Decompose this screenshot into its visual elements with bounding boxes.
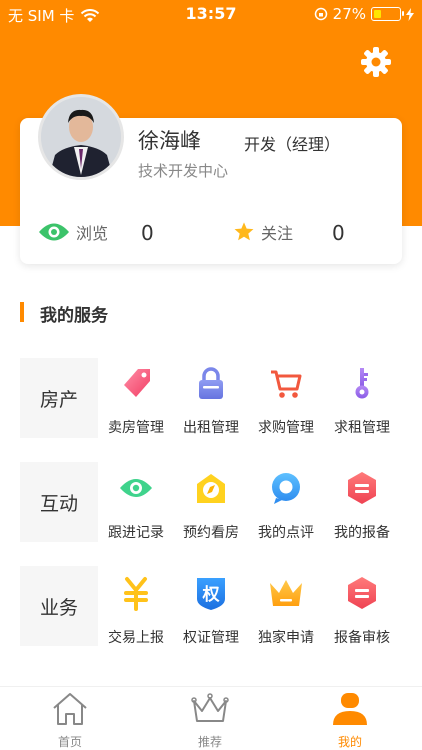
service-book-viewing[interactable]: 预约看房 [173,470,249,542]
service-buy-request[interactable]: 求购管理 [248,365,324,437]
user-name: 徐海峰 [138,129,201,153]
stat-views-label: 浏览 [76,224,109,243]
category-property: 房产 [20,358,98,438]
charging-icon [406,7,414,21]
eye-icon [120,479,152,497]
service-label: 预约看房 [183,525,239,541]
review-icon [348,577,376,609]
service-label: 求购管理 [258,420,314,436]
service-label: 求租管理 [334,420,390,436]
stat-follows[interactable]: 关注 [233,220,293,244]
category-business: 业务 [20,566,98,646]
service-certificate-management[interactable]: 权 权证管理 [173,575,249,647]
service-label: 交易上报 [108,630,164,646]
service-sell-management[interactable]: 卖房管理 [98,365,174,437]
cart-icon [271,370,302,398]
service-label: 我的点评 [258,525,314,541]
tag-icon [124,369,150,397]
tab-mine[interactable]: 我的 [300,687,400,750]
user-role: 开发（经理） [244,135,341,154]
service-rent-management[interactable]: 出租管理 [173,365,249,437]
category-interaction: 互动 [20,462,98,542]
service-label: 报备审核 [334,630,390,646]
certificate-icon: 权 [197,578,225,610]
tab-recommend[interactable]: 推荐 [160,687,260,750]
tab-home[interactable]: 首页 [20,687,120,750]
service-label: 出租管理 [183,420,239,436]
service-label: 独家申请 [258,630,314,646]
tab-home-label: 首页 [57,735,82,749]
service-my-comments[interactable]: 我的点评 [248,470,324,542]
service-follow-records[interactable]: 跟进记录 [98,470,174,542]
comment-icon [272,473,300,504]
eye-icon [39,223,69,241]
star-icon [234,222,254,241]
stat-views-value: 0 [141,221,154,245]
avatar-portrait-icon [41,97,121,177]
compass-icon [197,474,225,503]
crown-icon [270,580,302,606]
service-label: 权证管理 [183,630,239,646]
stat-follows-value: 0 [332,221,345,245]
user-department: 技术开发中心 [138,162,229,180]
section-title: 我的服务 [40,306,108,326]
service-my-reports[interactable]: 我的报备 [324,470,400,542]
yen-icon [124,577,148,611]
key-icon [355,368,369,399]
service-label: 卖房管理 [108,420,164,436]
home-icon [53,693,87,725]
service-exclusive-application[interactable]: 独家申请 [248,575,324,647]
tab-recommend-label: 推荐 [197,735,222,749]
status-bar: 无 SIM 卡 13:57 27% [0,0,422,28]
crown-outline-icon [191,693,229,722]
section-accent-bar [20,302,24,322]
service-report-review[interactable]: 报备审核 [324,575,400,647]
battery-percent: 27% [332,5,366,23]
service-transaction-report[interactable]: 交易上报 [98,575,174,647]
report-icon [348,472,376,504]
settings-gear-icon[interactable] [358,44,394,80]
battery-icon [371,7,404,21]
service-rent-request[interactable]: 求租管理 [324,365,400,437]
bottom-tab-bar: 首页 推荐 我的 [0,686,422,750]
lock-icon [199,367,223,399]
service-label: 跟进记录 [108,525,164,541]
avatar[interactable] [38,94,124,180]
service-label: 我的报备 [334,525,390,541]
svg-text:权: 权 [202,584,221,605]
stat-follows-label: 关注 [261,224,294,243]
tab-mine-label: 我的 [337,735,362,749]
stat-views[interactable]: 浏览 [38,220,108,244]
user-icon [333,693,367,725]
orientation-lock-icon [314,7,327,21]
